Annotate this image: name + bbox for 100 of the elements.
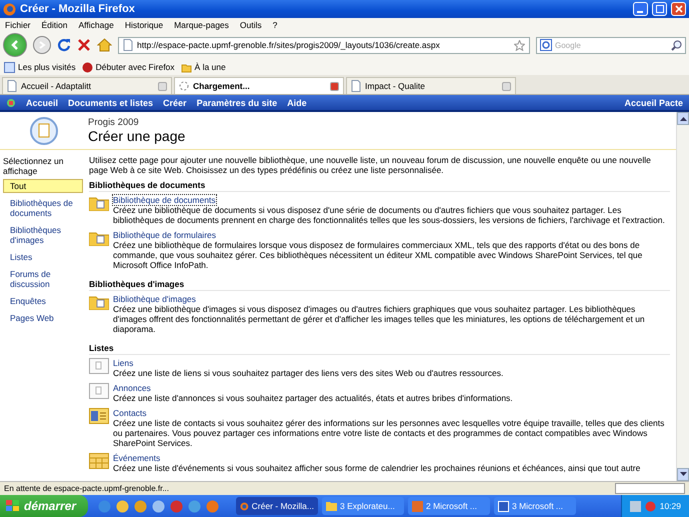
menu-item[interactable]: Édition — [42, 20, 68, 30]
status-text: En attente de espace-pacte.upmf-grenoble.fr... — [4, 484, 170, 493]
window-title: Créer - Mozilla Firefox — [20, 3, 136, 15]
item-link[interactable]: Annonces — [113, 383, 151, 393]
quick-launch-icon[interactable] — [152, 500, 165, 512]
item-description: Créez une liste d'événements si vous souhaitez afficher sous forme de calendrier les prochaines réunions et échéances, ainsi que tout autre — [113, 463, 642, 473]
taskbar-button[interactable]: 2 Microsoft ... — [408, 497, 490, 515]
clock: 10:29 — [660, 501, 681, 511]
star-icon[interactable] — [514, 40, 525, 50]
menu-item[interactable]: Historique — [124, 20, 164, 30]
item-description: Créez une liste d'annonces si vous souhaitez partager des actualités, états et autres bribes d'informations. — [113, 393, 514, 403]
menu-item[interactable]: Fichier — [5, 20, 31, 30]
site-nav-link[interactable]: Paramètres du site — [196, 98, 278, 108]
item-description: Créez une bibliothèque de formulaires lorsque vous disposez de formulaires commerciaux XML, tels que des rapports d'état ou des bons de commande, que vous souhaitez gérer. Ces bibliothèques nécessitent un éditeur XML compatible avec Windows SharePoint Services, tel que Microsoft Office InfoPath. — [113, 240, 644, 270]
contacts-icon — [89, 408, 109, 424]
bookmark-link[interactable]: Débuter avec Firefox — [82, 62, 175, 72]
menu-item[interactable]: Outils — [240, 20, 262, 30]
site-logo-icon — [6, 98, 16, 108]
site-nav-link[interactable]: Accueil Pacte — [624, 98, 683, 108]
view-filter-link[interactable]: Enquêtes — [3, 294, 83, 308]
folder-icon — [326, 501, 337, 511]
item-description: Créez une bibliothèque d'images si vous disposez d'images ou d'autres fichiers graphiques que vous souhaitez partager. Les bibliothèques d'images offrent des fonctionnalités permettant de gérer et d'afficher les images telles que les miniatures, les options de téléchargement et un diaporama. — [113, 304, 646, 334]
site-nav-link[interactable]: Accueil — [26, 98, 58, 108]
address-field[interactable]: http://espace-pacte.upmf-grenoble.fr/sites/progis2009/_layouts/1036/create.aspx — [118, 36, 530, 54]
bookmark-link[interactable]: Les plus visités — [4, 62, 76, 72]
section-heading: Bibliothèques d'images — [89, 274, 670, 291]
search-icon[interactable] — [671, 40, 682, 50]
view-filter-link[interactable]: Bibliothèques de documents — [3, 196, 83, 220]
view-filter-link[interactable]: Tout — [3, 179, 83, 193]
scroll-down-icon[interactable] — [680, 472, 686, 477]
document-icon — [498, 500, 509, 512]
folder-icon — [89, 294, 109, 310]
home-button[interactable] — [97, 38, 112, 52]
sidebar-heading: Sélectionnez un affichage — [3, 156, 64, 176]
view-filter-link[interactable]: Pages Web — [3, 311, 83, 325]
loading-spinner-icon — [179, 81, 189, 91]
item-link[interactable]: Liens — [113, 358, 134, 368]
tray-icon[interactable] — [630, 500, 641, 512]
intro-text: Utilisez cette page pour ajouter une nouvelle bibliothèque, une nouvelle liste, un nouveau forum de discussion, une nouvelle enquête ou une nouvelle page Web à ce site Web. Choisissez un des types prédéfinis ou créez une liste personnalisée. — [89, 155, 652, 175]
windows-logo-icon — [6, 500, 20, 512]
browser-tab[interactable]: Impact - Qualite — [346, 77, 516, 94]
progress-field — [615, 483, 685, 494]
forward-button[interactable] — [33, 36, 51, 54]
bookmark-icon — [4, 62, 15, 72]
page-title: Créer une page — [88, 128, 186, 144]
menu-item[interactable]: ? — [272, 20, 278, 30]
browser-tab[interactable]: Accueil - Adaptalitt — [2, 77, 172, 94]
item-link[interactable]: Bibliothèque de formulaires — [113, 230, 216, 240]
section-heading: Bibliothèques de documents — [89, 175, 670, 192]
folder-icon — [89, 195, 109, 211]
browser-tab[interactable]: Chargement... — [174, 77, 344, 94]
view-filter-link[interactable]: Listes — [3, 250, 83, 264]
tab-close-icon[interactable] — [330, 82, 339, 90]
site-nav-link[interactable]: Documents et listes — [68, 98, 154, 108]
quick-launch-icon[interactable] — [188, 500, 201, 512]
quick-launch-icon[interactable] — [206, 500, 219, 512]
site-name: Progis 2009 — [88, 117, 140, 128]
search-engine-icon[interactable] — [540, 39, 552, 51]
taskbar-button[interactable]: 3 Explorateu... — [322, 497, 404, 515]
site-nav-link[interactable]: Aide — [287, 98, 307, 108]
bookmark-link[interactable]: À la une — [180, 62, 226, 72]
item-link[interactable]: Événements — [113, 453, 160, 463]
tab-close-icon[interactable] — [158, 82, 167, 90]
app-icon — [412, 500, 423, 512]
item-description: Créez une liste de liens si vous souhaitez partager des liens vers des sites Web ou d'autres ressources. — [113, 368, 504, 378]
reload-button[interactable] — [57, 38, 71, 52]
taskbar-button[interactable]: Créer - Mozilla... — [236, 497, 318, 515]
minimize-button[interactable] — [633, 2, 648, 16]
page-icon — [123, 39, 133, 51]
menu-item[interactable]: Marque-pages — [174, 20, 229, 30]
taskbar-button[interactable]: 3 Microsoft ... — [494, 497, 576, 515]
item-link[interactable]: Contacts — [113, 408, 147, 418]
item-link[interactable]: Bibliothèque de documents — [113, 195, 216, 205]
item-description: Créez une liste de contacts si vous souhaitez gérer des informations sur les personnes avec lesquelles votre équipe travaille, telles que des clients ou partenaires. Vous pouvez partager ces informations entre votre liste de contacts et des programmes de contact compatibles avec Windows SharePoint Services. — [113, 418, 666, 448]
scroll-up-icon[interactable] — [680, 116, 686, 121]
close-button[interactable] — [671, 2, 686, 16]
stop-button[interactable] — [77, 38, 91, 52]
section-heading: Listes — [89, 338, 670, 355]
close-icon — [674, 5, 682, 13]
page-icon — [7, 80, 17, 92]
quick-launch-icon[interactable] — [116, 500, 129, 512]
quick-launch-icon[interactable] — [134, 500, 147, 512]
tray-icon[interactable] — [644, 500, 656, 512]
maximize-icon — [656, 5, 664, 13]
browser-icon — [3, 2, 16, 16]
view-filter-link[interactable]: Bibliothèques d'images — [3, 223, 83, 247]
scrollbar[interactable] — [676, 112, 689, 481]
page-icon — [351, 80, 361, 92]
site-nav-link[interactable]: Créer — [163, 98, 187, 108]
item-link[interactable]: Bibliothèque d'images — [113, 294, 196, 304]
menu-item[interactable]: Affichage — [78, 20, 114, 30]
list-icon — [89, 358, 109, 374]
back-button[interactable] — [3, 33, 27, 57]
view-filter-link[interactable]: Forums de discussion — [3, 267, 83, 291]
list-icon — [89, 383, 109, 399]
site-icon — [30, 116, 58, 144]
tab-close-icon[interactable] — [502, 82, 511, 90]
calendar-icon — [89, 453, 109, 469]
maximize-button[interactable] — [652, 2, 667, 16]
item-description: Créez une bibliothèque de documents si vous disposez d'une série de documents ou d'autres fichiers que vous souhaitez partager. Les bibliothèques de documents prennent en charge des fonctionnalités telles que les sous-dossiers, les versions de fichiers, l'archivage et l'extraction. — [113, 205, 666, 225]
